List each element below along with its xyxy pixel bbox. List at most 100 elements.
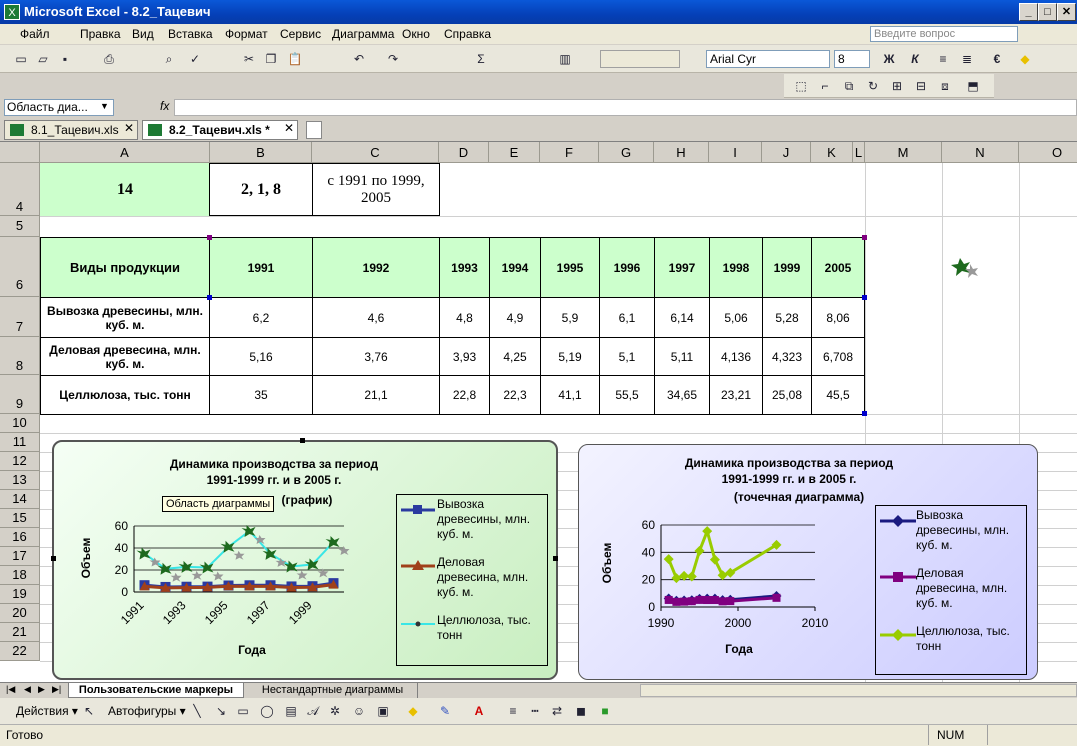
data-cell[interactable]: 4,8 (439, 297, 490, 338)
italic-button[interactable]: К (906, 50, 924, 68)
chart-handle[interactable] (51, 556, 56, 561)
selection-handle[interactable] (207, 235, 212, 240)
column-header[interactable]: B (210, 142, 312, 163)
actions-menu[interactable]: Действия ▾ (16, 704, 78, 718)
header-year[interactable]: 1999 (762, 237, 812, 298)
column-header[interactable]: L (853, 142, 865, 163)
data-cell[interactable]: 21,1 (312, 375, 440, 415)
clipart-icon[interactable]: ☺ (350, 702, 368, 720)
chart-line-area[interactable]: Динамика производства за период 1991-199… (52, 440, 558, 680)
selection-handle[interactable] (862, 295, 867, 300)
preview-icon[interactable]: ⌕ (160, 50, 178, 68)
row-header[interactable]: 4 (0, 163, 40, 216)
header-products[interactable]: Виды продукции (40, 237, 210, 298)
diagram-icon[interactable]: ✲ (326, 702, 344, 720)
fx-icon[interactable]: fx (160, 99, 169, 113)
column-header[interactable]: J (762, 142, 811, 163)
align-left-icon[interactable]: ≡ (934, 50, 952, 68)
chart-legend[interactable]: Вывозка древесины, млн. куб. м. Деловая … (875, 505, 1027, 675)
select-pointer-icon[interactable]: ↖ (80, 702, 98, 720)
data-cell[interactable]: 6,1 (599, 297, 655, 338)
data-cell[interactable]: 35 (209, 375, 313, 415)
align-center-icon[interactable]: ≣ (958, 50, 976, 68)
row-header[interactable]: 16 (0, 528, 40, 547)
data-cell[interactable]: 45,5 (811, 375, 865, 415)
row-label[interactable]: Вывозка древесины, млн. куб. м. (40, 297, 210, 338)
autoshapes-menu[interactable]: Автофигуры ▾ (108, 704, 186, 718)
header-year[interactable]: 1995 (540, 237, 600, 298)
help-search-input[interactable]: Введите вопрос (870, 26, 1018, 42)
row-header[interactable]: 7 (0, 297, 40, 337)
font-color-icon[interactable]: A (470, 702, 488, 720)
redo-icon[interactable]: ↷ (384, 50, 402, 68)
row-header[interactable]: 15 (0, 509, 40, 528)
row-header[interactable]: 8 (0, 337, 40, 375)
euro-button[interactable]: € (988, 50, 1006, 68)
autosum-icon[interactable]: Σ (472, 50, 490, 68)
column-header[interactable]: E (489, 142, 540, 163)
picture-icon[interactable]: ▣ (374, 702, 392, 720)
data-cell[interactable]: 23,21 (709, 375, 763, 415)
header-year[interactable]: 1994 (489, 237, 541, 298)
menu-chart[interactable]: Диаграмма (332, 27, 394, 41)
save-icon[interactable]: ▪ (56, 50, 74, 68)
data-cell[interactable]: 6,2 (209, 297, 313, 338)
header-year[interactable]: 1998 (709, 237, 763, 298)
new-icon[interactable]: ▭ (12, 50, 30, 68)
row-header[interactable]: 19 (0, 585, 40, 604)
last-sheet-icon[interactable]: ▶| (52, 684, 61, 695)
cell-b4[interactable]: 2, 1, 8 (209, 163, 313, 216)
row-header[interactable]: 22 (0, 642, 40, 661)
bold-button[interactable]: Ж (880, 50, 898, 68)
data-cell[interactable]: 55,5 (599, 375, 655, 415)
horizontal-scrollbar[interactable] (640, 684, 1077, 697)
column-header[interactable]: K (811, 142, 853, 163)
header-year[interactable]: 1997 (654, 237, 710, 298)
menu-edit[interactable]: Правка (80, 27, 121, 41)
shape-icon[interactable]: ⬚ (792, 77, 810, 95)
data-cell[interactable]: 22,8 (439, 375, 490, 415)
align-icon[interactable]: ⊞ (888, 77, 906, 95)
open-icon[interactable]: ▱ (34, 50, 52, 68)
copy-icon[interactable]: ❐ (262, 50, 280, 68)
row-header[interactable]: 9 (0, 375, 40, 414)
column-header[interactable]: A (40, 142, 210, 163)
cell-c4[interactable]: с 1991 по 1999, 2005 (312, 163, 440, 216)
row-label[interactable]: Целлюлоза, тыс. тонн (40, 375, 210, 415)
row-label[interactable]: Деловая древесина, млн. куб. м. (40, 337, 210, 376)
arrow-icon[interactable]: ↘ (212, 702, 230, 720)
row-header[interactable]: 12 (0, 452, 40, 471)
sheet-tab-active[interactable]: Пользовательские маркеры (68, 683, 244, 698)
close-button[interactable]: ✕ (1057, 3, 1076, 21)
workbook-tab-2[interactable]: 8.2_Тацевич.xls * (142, 120, 298, 140)
data-cell[interactable]: 25,08 (762, 375, 812, 415)
column-header[interactable]: G (599, 142, 654, 163)
distribute-icon[interactable]: ⊟ (912, 77, 930, 95)
close-tab-icon[interactable]: ✕ (284, 121, 294, 135)
column-header[interactable]: O (1019, 142, 1077, 163)
print-icon[interactable]: ⎙ (100, 50, 118, 68)
select-all-corner[interactable] (0, 142, 40, 163)
minimize-button[interactable]: _ (1019, 3, 1038, 21)
maximize-button[interactable]: □ (1038, 3, 1057, 21)
data-cell[interactable]: 4,6 (312, 297, 440, 338)
group-icon[interactable]: ⧉ (840, 77, 858, 95)
first-sheet-icon[interactable]: |◀ (6, 684, 15, 695)
chart-handle[interactable] (300, 438, 305, 443)
header-year[interactable]: 1991 (209, 237, 313, 298)
row-header[interactable]: 17 (0, 547, 40, 566)
data-cell[interactable]: 34,65 (654, 375, 710, 415)
namebox-dropdown-icon[interactable]: ▼ (100, 101, 109, 111)
prev-sheet-icon[interactable]: ◀ (24, 684, 31, 695)
selection-handle[interactable] (862, 235, 867, 240)
chart-handle[interactable] (553, 556, 558, 561)
new-workbook-icon[interactable] (306, 121, 322, 139)
3d-icon[interactable]: ■ (596, 702, 614, 720)
cell-a4[interactable]: 14 (40, 163, 210, 216)
header-year[interactable]: 1996 (599, 237, 655, 298)
data-cell[interactable]: 5,06 (709, 297, 763, 338)
data-cell[interactable]: 5,9 (540, 297, 600, 338)
oval-icon[interactable]: ◯ (258, 702, 276, 720)
properties-icon[interactable]: ⬒ (964, 77, 982, 95)
formula-input[interactable] (174, 99, 1077, 116)
